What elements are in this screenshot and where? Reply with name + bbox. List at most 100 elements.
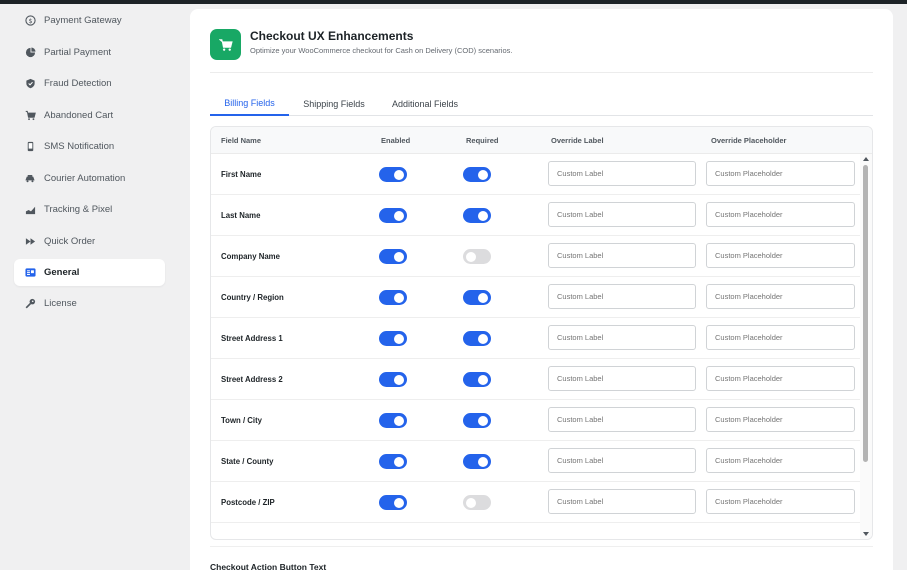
- field-name: Street Address 2: [221, 374, 283, 384]
- page-title: Checkout UX Enhancements: [250, 29, 414, 43]
- override-label-input[interactable]: [548, 448, 696, 473]
- override-placeholder-input[interactable]: [706, 448, 855, 473]
- scroll-thumb[interactable]: [863, 165, 868, 462]
- sidebar-item-license[interactable]: License: [14, 290, 165, 317]
- cart-icon: [210, 29, 241, 60]
- svg-text:$: $: [28, 17, 32, 25]
- sidebar-item-partial-payment[interactable]: Partial Payment: [14, 39, 165, 66]
- scroll-down-arrow-icon[interactable]: [863, 532, 869, 536]
- required-toggle[interactable]: [463, 249, 491, 264]
- sidebar-item-label: Courier Automation: [44, 173, 126, 184]
- sidebar-item-quick-order[interactable]: Quick Order: [14, 228, 165, 255]
- table-row: Town / City: [211, 400, 861, 441]
- field-name: Last Name: [221, 210, 261, 220]
- override-label-input[interactable]: [548, 161, 696, 186]
- toggle-knob: [478, 456, 488, 467]
- field-name: Town / City: [221, 415, 263, 425]
- tab-additional-fields[interactable]: Additional Fields: [380, 91, 470, 116]
- divider: [210, 546, 873, 547]
- override-label-input[interactable]: [548, 489, 696, 514]
- tab-billing-fields[interactable]: Billing Fields: [210, 91, 289, 116]
- section-label-action-button-text: Checkout Action Button Text: [210, 562, 327, 570]
- tab-shipping-fields[interactable]: Shipping Fields: [293, 91, 375, 116]
- cart-icon: [24, 110, 36, 122]
- sidebar-item-label: Payment Gateway: [44, 15, 122, 26]
- required-toggle[interactable]: [463, 331, 491, 346]
- fields-table: Field Name Enabled Required Override Lab…: [210, 126, 873, 540]
- field-name: First Name: [221, 169, 262, 179]
- override-label-input[interactable]: [548, 243, 696, 268]
- field-name: Postcode / ZIP: [221, 497, 275, 507]
- override-placeholder-input[interactable]: [706, 407, 855, 432]
- key-icon: [24, 298, 36, 310]
- table-row: Street Address 2: [211, 359, 861, 400]
- required-toggle[interactable]: [463, 454, 491, 469]
- toggle-knob: [394, 497, 404, 508]
- override-placeholder-input[interactable]: [706, 161, 855, 186]
- toggle-knob: [394, 292, 404, 303]
- sidebar-item-label: Fraud Detection: [44, 78, 112, 89]
- override-placeholder-input[interactable]: [706, 243, 855, 268]
- required-toggle[interactable]: [463, 167, 491, 182]
- enabled-toggle[interactable]: [379, 331, 407, 346]
- dollar-circle-icon: $: [24, 15, 36, 27]
- required-toggle[interactable]: [463, 372, 491, 387]
- enabled-toggle[interactable]: [379, 413, 407, 428]
- field-name: Country / Region: [221, 292, 284, 302]
- sidebar-item-label: Abandoned Cart: [44, 110, 114, 121]
- enabled-toggle[interactable]: [379, 290, 407, 305]
- column-header-field-name: Field Name: [221, 136, 262, 145]
- override-placeholder-input[interactable]: [706, 325, 855, 350]
- sidebar-item-general[interactable]: General: [14, 259, 165, 286]
- enabled-toggle[interactable]: [379, 495, 407, 510]
- table-row: Street Address 1: [211, 318, 861, 359]
- sidebar-item-label: Tracking & Pixel: [44, 204, 113, 215]
- required-toggle[interactable]: [463, 413, 491, 428]
- sidebar-item-label: Quick Order: [44, 236, 96, 247]
- sidebar-item-label: General: [44, 267, 80, 278]
- toggle-knob: [394, 251, 404, 262]
- override-label-input[interactable]: [548, 407, 696, 432]
- column-header-required: Required: [466, 136, 499, 145]
- table-header: Field Name Enabled Required Override Lab…: [211, 127, 872, 154]
- override-placeholder-input[interactable]: [706, 284, 855, 309]
- override-label-input[interactable]: [548, 325, 696, 350]
- page-subtitle: Optimize your WooCommerce checkout for C…: [250, 46, 513, 55]
- required-toggle[interactable]: [463, 290, 491, 305]
- override-label-input[interactable]: [548, 284, 696, 309]
- enabled-toggle[interactable]: [379, 454, 407, 469]
- sidebar-item-payment-gateway[interactable]: $ Payment Gateway: [14, 7, 165, 34]
- scroll-up-arrow-icon[interactable]: [863, 157, 869, 161]
- sidebar-item-fraud-detection[interactable]: Fraud Detection: [14, 70, 165, 97]
- override-placeholder-input[interactable]: [706, 366, 855, 391]
- sidebar-item-sms-notification[interactable]: SMS Notification: [14, 133, 165, 160]
- required-toggle[interactable]: [463, 208, 491, 223]
- sidebar-item-tracking-pixel[interactable]: Tracking & Pixel: [14, 196, 165, 223]
- toggle-knob: [394, 210, 404, 221]
- sidebar-item-courier-automation[interactable]: Courier Automation: [14, 165, 165, 192]
- fast-forward-icon: [24, 236, 36, 248]
- override-placeholder-input[interactable]: [706, 202, 855, 227]
- enabled-toggle[interactable]: [379, 167, 407, 182]
- table-scrollbar[interactable]: [860, 154, 872, 539]
- phone-icon: [24, 141, 36, 153]
- enabled-toggle[interactable]: [379, 249, 407, 264]
- toggle-knob: [394, 415, 404, 426]
- field-name: State / County: [221, 456, 274, 466]
- toggle-knob: [394, 169, 404, 180]
- override-label-input[interactable]: [548, 366, 696, 391]
- override-placeholder-input[interactable]: [706, 489, 855, 514]
- enabled-toggle[interactable]: [379, 372, 407, 387]
- sidebar-item-label: Partial Payment: [44, 47, 112, 58]
- sidebar-item-label: License: [44, 298, 77, 309]
- override-label-input[interactable]: [548, 202, 696, 227]
- toggle-knob: [478, 333, 488, 344]
- tab-bar: Billing Fields Shipping Fields Additiona…: [210, 91, 873, 116]
- required-toggle[interactable]: [463, 495, 491, 510]
- column-header-override-label: Override Label: [551, 136, 604, 145]
- enabled-toggle[interactable]: [379, 208, 407, 223]
- sidebar-item-abandoned-cart[interactable]: Abandoned Cart: [14, 102, 165, 129]
- field-name: Street Address 1: [221, 333, 283, 343]
- main-card: Checkout UX Enhancements Optimize your W…: [190, 9, 893, 570]
- column-header-override-placeholder: Override Placeholder: [711, 136, 787, 145]
